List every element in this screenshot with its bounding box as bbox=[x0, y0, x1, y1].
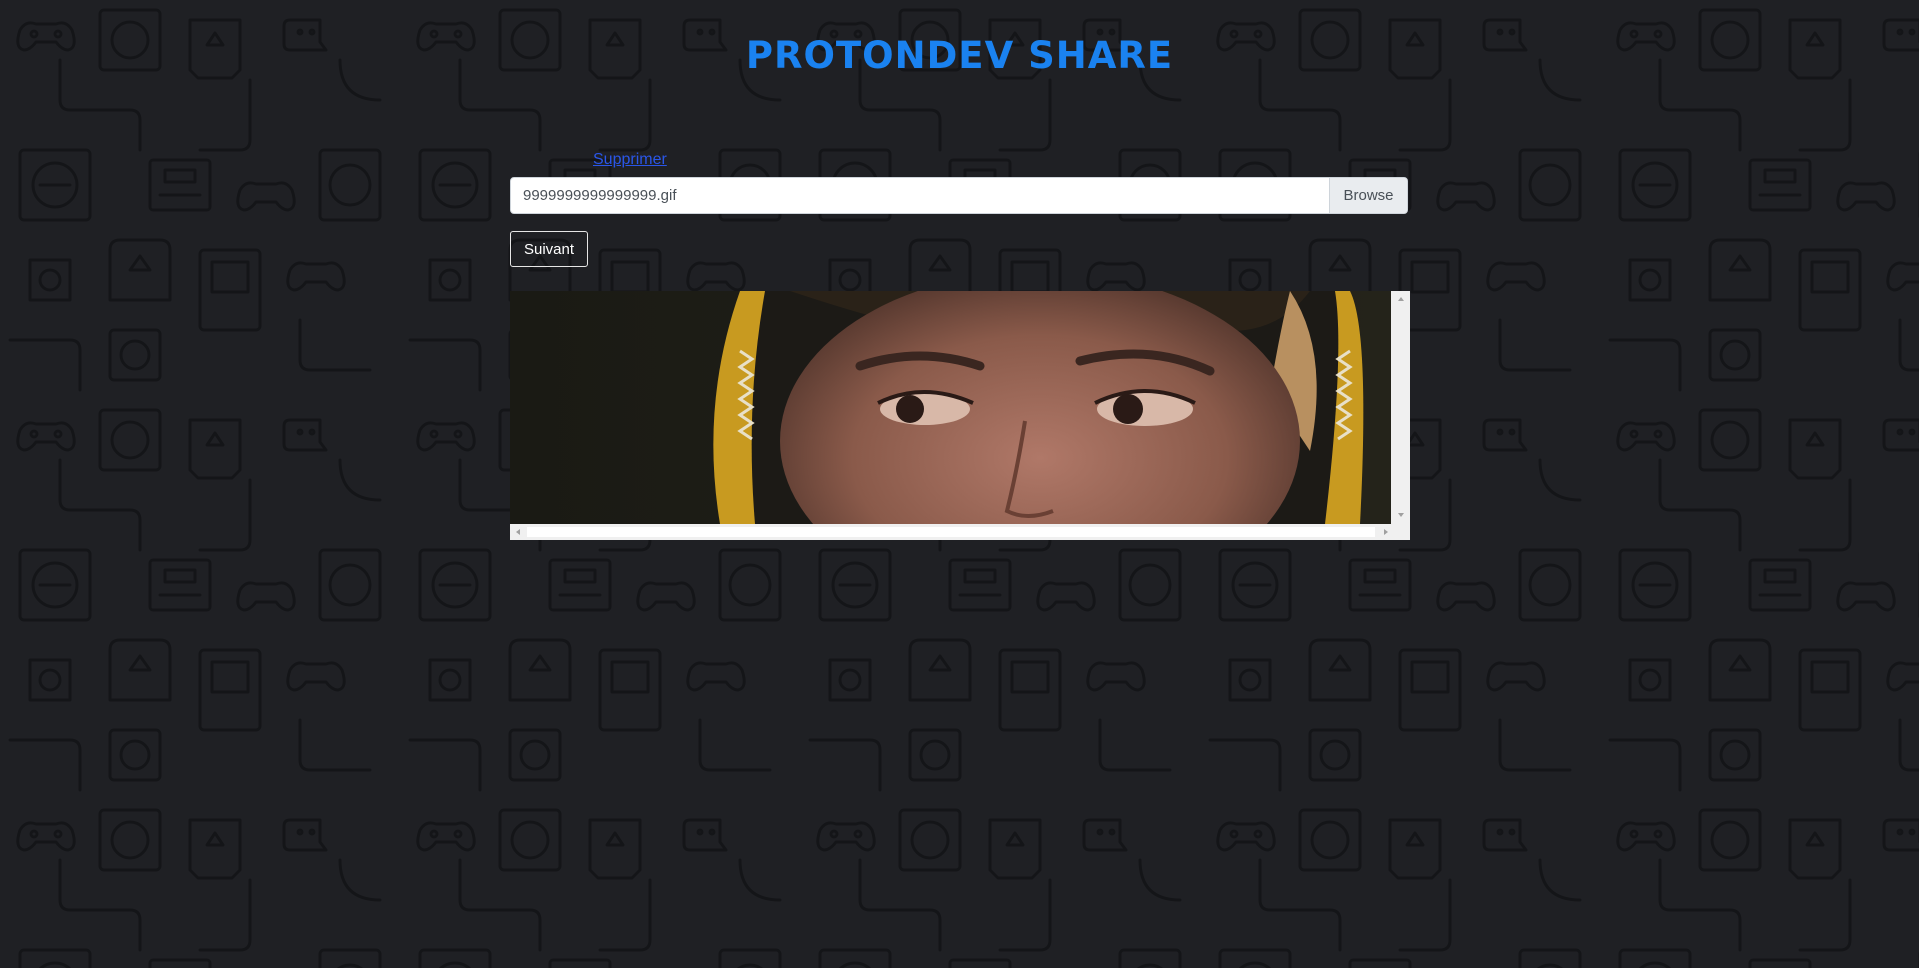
page: PROTONDEV SHARE Supprimer 99999999999999… bbox=[0, 0, 1919, 968]
gif-preview-image bbox=[510, 291, 1391, 524]
scroll-down-icon[interactable] bbox=[1398, 513, 1404, 517]
page-title: PROTONDEV SHARE bbox=[745, 34, 1174, 77]
horizontal-scrollbar[interactable] bbox=[510, 524, 1393, 540]
scroll-up-icon[interactable] bbox=[1398, 297, 1404, 301]
file-upload-input[interactable]: 9999999999999999.gif Browse bbox=[510, 177, 1408, 214]
horizontal-scroll-thumb[interactable] bbox=[527, 527, 1375, 537]
next-button[interactable]: Suivant bbox=[510, 231, 588, 267]
scroll-right-icon[interactable] bbox=[1384, 529, 1388, 535]
delete-link[interactable]: Supprimer bbox=[593, 151, 667, 169]
vertical-scrollbar[interactable] bbox=[1393, 291, 1410, 524]
scroll-left-icon[interactable] bbox=[516, 529, 520, 535]
gif-preview-frame[interactable] bbox=[510, 291, 1410, 540]
browse-button[interactable]: Browse bbox=[1329, 178, 1407, 213]
selected-file-name: 9999999999999999.gif bbox=[523, 187, 677, 204]
